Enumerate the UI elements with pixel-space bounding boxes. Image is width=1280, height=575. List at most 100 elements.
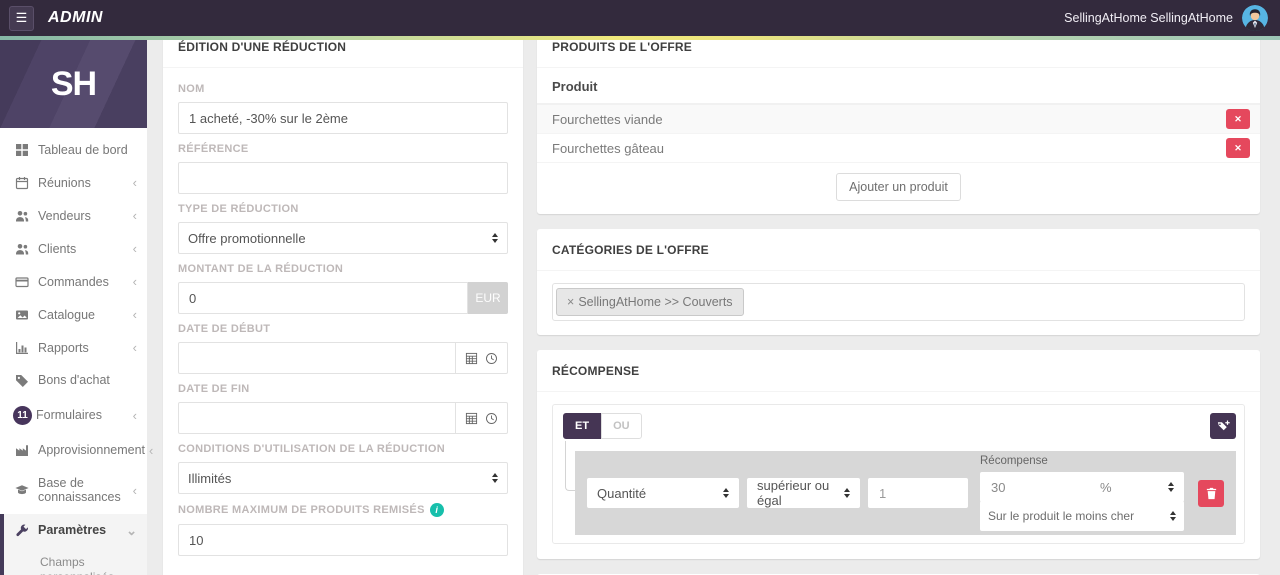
field-date-debut: DATE DE DÉBUT [178, 323, 508, 374]
category-tag-label: SellingAtHome >> Couverts [578, 295, 733, 309]
sidebar-menu: Tableau de bord Réunions ‹ Vendeurs ‹ Cl… [0, 128, 153, 575]
add-product-button[interactable]: Ajouter un produit [836, 173, 961, 201]
select-caret-icon [1168, 482, 1174, 492]
sidebar-item-tableau-de-bord[interactable]: Tableau de bord [0, 134, 147, 166]
sidebar-toggle-button[interactable]: ☰ [9, 5, 34, 31]
chevron-left-icon: ‹ [132, 274, 137, 290]
select-caret-icon [492, 233, 498, 243]
montant-input[interactable] [178, 282, 468, 314]
sidebar-item-catalogue[interactable]: Catalogue ‹ [0, 298, 147, 331]
field-conditions: CONDITIONS D'UTILISATION DE LA RÉDUCTION… [178, 443, 508, 494]
select-caret-icon [844, 488, 850, 498]
conditions-select[interactable]: Illimités [178, 462, 508, 494]
nom-label: NOM [178, 83, 205, 95]
dashboard-icon [15, 143, 29, 157]
top-navbar: ☰ ADMIN SellingAtHome SellingAtHome [0, 0, 1280, 36]
sidebar-item-base-de-connaissances[interactable]: Base de connaissances ‹ [0, 467, 147, 514]
formulaires-count-badge: 11 [13, 405, 32, 425]
product-name: Fourchettes viande [552, 111, 663, 127]
date-fin-pickers[interactable] [456, 402, 508, 434]
categories-tag-input[interactable]: × SellingAtHome >> Couverts [552, 283, 1245, 321]
sidebar-item-formulaires[interactable]: 11 Formulaires ‹ [0, 397, 147, 434]
currency-addon: EUR [468, 282, 508, 314]
app-logo[interactable]: SH [0, 40, 147, 128]
remove-product-button[interactable]: ✕ [1226, 138, 1250, 158]
field-nombre-max: NOMBRE MAXIMUM DE PRODUITS REMISÉS i [178, 503, 508, 556]
sidebar-item-approvisionnement[interactable]: Approvisionnement ‹ [0, 434, 153, 467]
info-icon[interactable]: i [429, 503, 444, 517]
categories-panel: CATÉGORIES DE L'OFFRE × SellingAtHome >>… [537, 229, 1260, 335]
right-column: PRODUITS DE L'OFFRE Produit Fourchettes … [537, 26, 1260, 575]
sidebar-subitem-champs-personnalises[interactable]: Champs personnalisés [4, 548, 147, 575]
nombre-max-input[interactable] [178, 524, 508, 556]
date-debut-pickers[interactable] [456, 342, 508, 374]
field-montant: MONTANT DE LA RÉDUCTION EUR [178, 263, 508, 314]
sidebar-item-reunions[interactable]: Réunions ‹ [0, 166, 147, 199]
user-avatar[interactable] [1242, 5, 1268, 31]
user-menu[interactable]: SellingAtHome SellingAtHome [1064, 5, 1268, 31]
remove-product-button[interactable]: ✕ [1226, 109, 1250, 129]
clock-icon [486, 412, 497, 424]
reward-target-select[interactable]: Sur le produit le moins cher [980, 501, 1184, 531]
product-name: Fourchettes gâteau [552, 140, 665, 156]
chevron-down-icon: ⌄ [126, 522, 137, 538]
users-icon [15, 209, 29, 223]
calendar-grid-icon [465, 412, 478, 424]
reward-amount-input[interactable] [980, 472, 1091, 502]
date-fin-label: DATE DE FIN [178, 383, 250, 395]
delete-rule-button[interactable] [1198, 479, 1224, 507]
chevron-left-icon: ‹ [132, 241, 137, 257]
reward-panel: RÉCOMPENSE ET OU Quantité supérieur ou é… [537, 350, 1260, 559]
credit-card-icon [15, 275, 29, 289]
field-date-fin: DATE DE FIN [178, 383, 508, 434]
chevron-left-icon: ‹ [132, 307, 137, 323]
field-reference: RÉFÉRENCE [178, 143, 508, 194]
calendar-icon [15, 176, 29, 190]
and-or-toggle: ET OU [563, 413, 1236, 439]
main-content: Enregistrer ÉDITION D'UNE RÉDUCTION NOM … [147, 0, 1280, 575]
industry-icon [15, 443, 29, 457]
rule-value-input[interactable] [868, 478, 968, 508]
app-brand: ADMIN [48, 9, 103, 26]
field-type-reduction: TYPE DE RÉDUCTION Offre promotionnelle [178, 203, 508, 254]
clock-icon [486, 352, 497, 364]
sidebar-item-parametres[interactable]: Paramètres ⌄ [4, 514, 147, 548]
reward-panel-title: RÉCOMPENSE [537, 350, 1260, 392]
sidebar-item-rapports[interactable]: Rapports ‹ [0, 331, 147, 364]
rule-operator-select[interactable]: supérieur ou égal [747, 478, 860, 508]
type-reduction-label: TYPE DE RÉDUCTION [178, 203, 299, 215]
reward-unit-select[interactable]: % [1090, 472, 1184, 502]
reward-subgroup-label: Récompense [980, 455, 1048, 467]
type-reduction-select[interactable]: Offre promotionnelle [178, 222, 508, 254]
sidebar-item-clients[interactable]: Clients ‹ [0, 232, 147, 265]
date-debut-input[interactable] [178, 342, 456, 374]
or-toggle-button[interactable]: OU [601, 413, 642, 439]
rule-row: Quantité supérieur ou égal Récompense [575, 451, 1236, 535]
chevron-left-icon: ‹ [132, 340, 137, 356]
bar-chart-icon [15, 341, 29, 355]
wrench-icon [15, 524, 29, 538]
sidebar-item-bons-dachat[interactable]: Bons d'achat [0, 364, 147, 396]
and-toggle-button[interactable]: ET [563, 413, 602, 439]
graduation-cap-icon [15, 483, 29, 497]
rule-field-select[interactable]: Quantité [587, 478, 739, 508]
reference-input[interactable] [178, 162, 508, 194]
user-name: SellingAtHome SellingAtHome [1064, 11, 1233, 25]
rule-builder: ET OU Quantité supérieur ou égal 1 Récom… [552, 404, 1245, 544]
nombre-max-label: NOMBRE MAXIMUM DE PRODUITS REMISÉS i [178, 503, 508, 517]
logo-text: SH [50, 64, 97, 103]
select-caret-icon [723, 488, 729, 498]
nom-input[interactable] [178, 102, 508, 134]
remove-tag-icon[interactable]: × [567, 295, 574, 309]
sidebar-item-commandes[interactable]: Commandes ‹ [0, 265, 147, 298]
sidebar-item-vendeurs[interactable]: Vendeurs ‹ [0, 199, 147, 232]
products-panel: PRODUITS DE L'OFFRE Produit Fourchettes … [537, 26, 1260, 214]
date-fin-input[interactable] [178, 402, 456, 434]
select-caret-icon [492, 473, 498, 483]
trash-icon [1206, 487, 1216, 499]
chevron-left-icon: ‹ [132, 407, 137, 423]
add-rule-button[interactable] [1210, 413, 1236, 439]
sidebar-active-section: Paramètres ⌄ Champs personnalisés Config… [0, 513, 147, 575]
chevron-left-icon: ‹ [149, 442, 154, 458]
sidebar: SH Tableau de bord Réunions ‹ Vendeurs ‹ [0, 40, 153, 575]
